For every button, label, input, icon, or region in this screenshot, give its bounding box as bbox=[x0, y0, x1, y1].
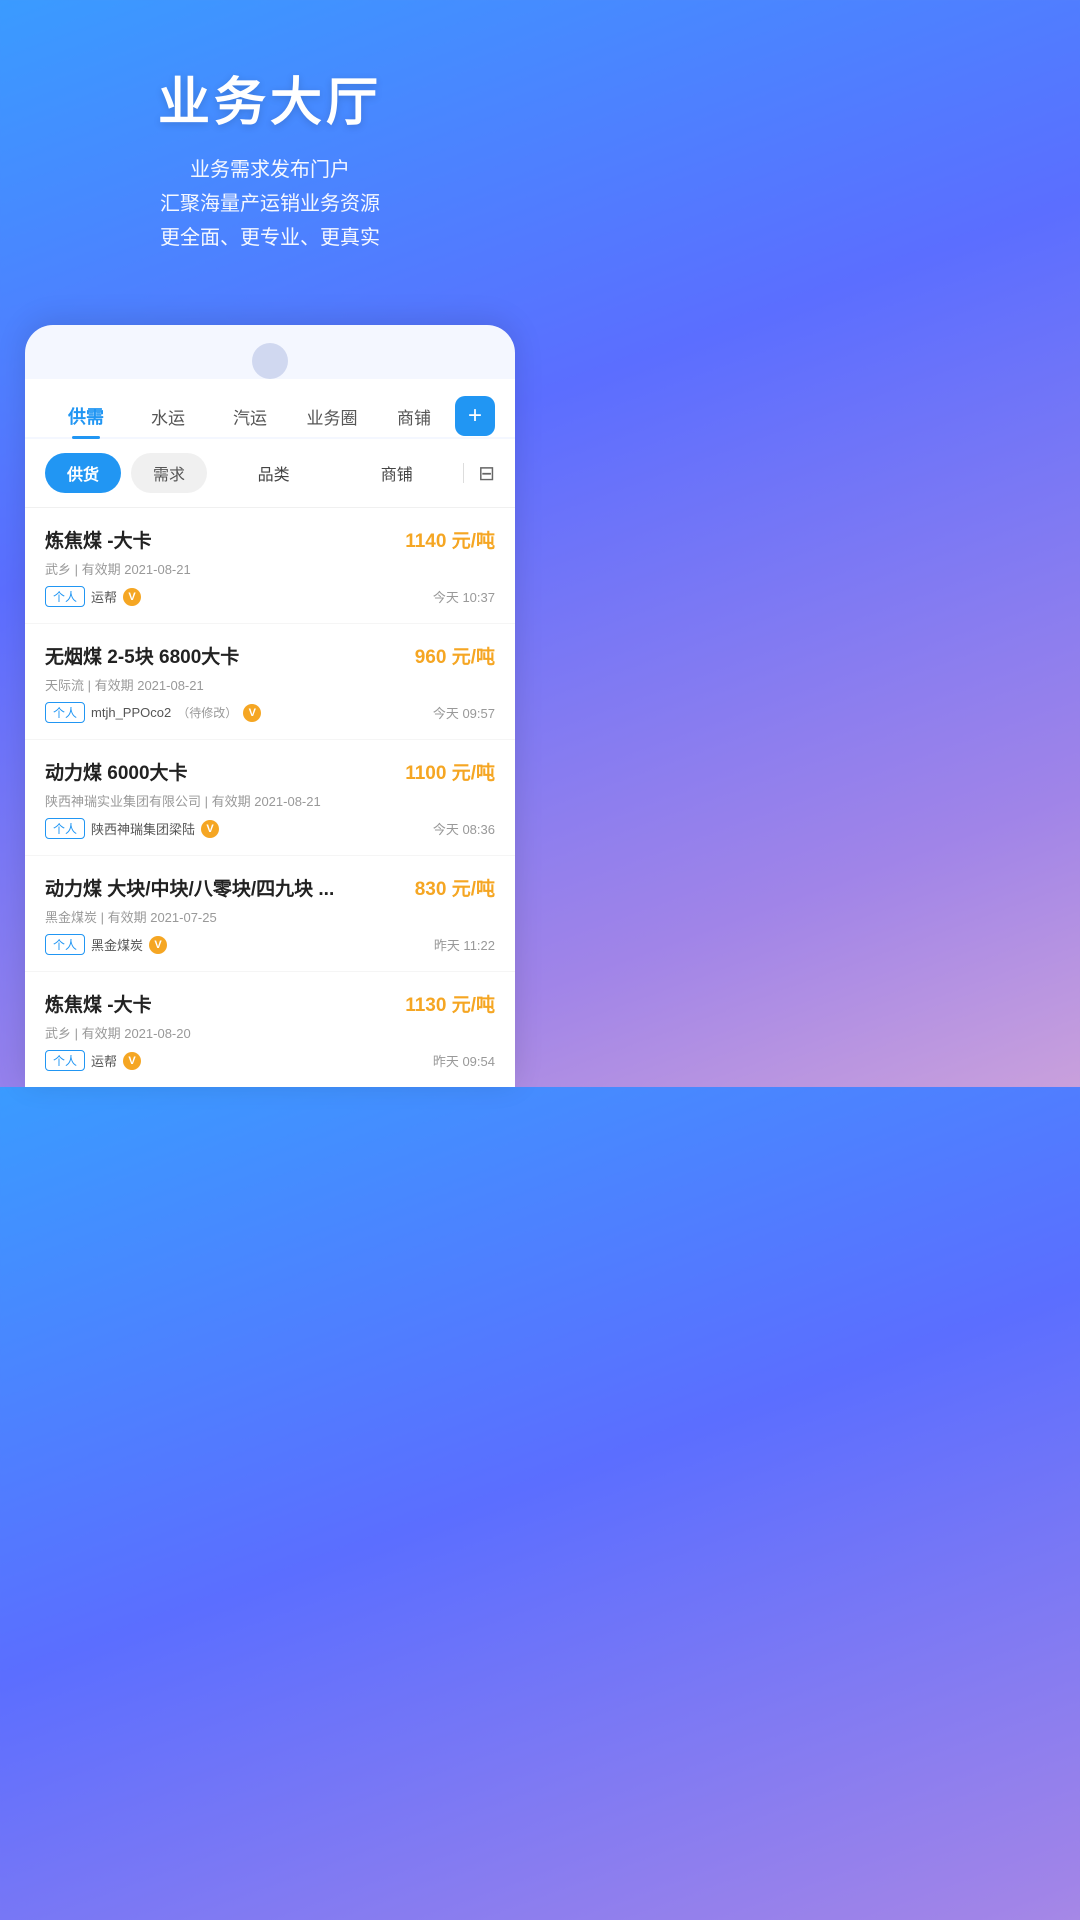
item-price: 1100 元/吨 bbox=[405, 758, 495, 785]
tag-personal: 个人 bbox=[45, 1050, 85, 1071]
tag-personal: 个人 bbox=[45, 702, 85, 723]
supply-filter-btn[interactable]: 供货 bbox=[45, 453, 121, 493]
item-tags: 个人 运帮 V bbox=[45, 586, 141, 607]
item-price: 960 元/吨 bbox=[415, 642, 495, 669]
phone-dot bbox=[252, 343, 288, 379]
item-time: 昨天 09:54 bbox=[433, 1051, 495, 1070]
tag-username: 陕西神瑞集团梁陆 bbox=[91, 819, 195, 838]
list-item[interactable]: 无烟煤 2-5块 6800大卡 960 元/吨 天际流 | 有效期 2021-0… bbox=[25, 624, 515, 740]
list-item[interactable]: 动力煤 6000大卡 1100 元/吨 陕西神瑞实业集团有限公司 | 有效期 2… bbox=[25, 740, 515, 856]
phone-card: 供需 水运 汽运 业务圈 商铺 + 供货 需求 品类 商铺 ⊟ 炼焦煤 -大卡 … bbox=[25, 325, 515, 1087]
item-title: 动力煤 6000大卡 bbox=[45, 758, 188, 785]
tag-personal: 个人 bbox=[45, 934, 85, 955]
tag-personal: 个人 bbox=[45, 586, 85, 607]
filter-icon[interactable]: ⊟ bbox=[478, 461, 495, 486]
tag-username: 运帮 bbox=[91, 1051, 117, 1070]
list-item[interactable]: 炼焦煤 -大卡 1140 元/吨 武乡 | 有效期 2021-08-21 个人 … bbox=[25, 508, 515, 624]
filter-row: 供货 需求 品类 商铺 ⊟ bbox=[25, 439, 515, 508]
item-price: 1140 元/吨 bbox=[405, 526, 495, 553]
item-meta: 武乡 | 有效期 2021-08-20 bbox=[45, 1023, 495, 1042]
subtitle-line1: 业务需求发布门户 bbox=[20, 153, 520, 187]
subtitle-line2: 汇聚海量产运销业务资源 bbox=[20, 187, 520, 221]
item-title: 炼焦煤 -大卡 bbox=[45, 526, 152, 553]
tab-water[interactable]: 水运 bbox=[127, 396, 209, 437]
page-title: 业务大厅 bbox=[20, 60, 520, 135]
tab-supply[interactable]: 供需 bbox=[45, 395, 127, 437]
tag-pending: （待修改） bbox=[177, 704, 237, 721]
tag-personal: 个人 bbox=[45, 818, 85, 839]
page-subtitle: 业务需求发布门户 汇聚海量产运销业务资源 更全面、更专业、更真实 bbox=[20, 153, 520, 255]
store-filter[interactable]: 商铺 bbox=[340, 461, 453, 485]
item-title: 炼焦煤 -大卡 bbox=[45, 990, 152, 1017]
item-meta: 陕西神瑞实业集团有限公司 | 有效期 2021-08-21 bbox=[45, 791, 495, 810]
tag-v-badge: V bbox=[123, 588, 141, 606]
demand-filter-btn[interactable]: 需求 bbox=[131, 453, 207, 493]
tab-shop[interactable]: 商铺 bbox=[373, 396, 455, 437]
item-meta: 天际流 | 有效期 2021-08-21 bbox=[45, 675, 495, 694]
add-button[interactable]: + bbox=[455, 396, 495, 436]
item-tags: 个人 运帮 V bbox=[45, 1050, 141, 1071]
tag-v-badge: V bbox=[123, 1052, 141, 1070]
item-time: 今天 09:57 bbox=[433, 703, 495, 722]
tag-username: 运帮 bbox=[91, 587, 117, 606]
item-tags: 个人 黑金煤炭 V bbox=[45, 934, 167, 955]
item-time: 今天 10:37 bbox=[433, 587, 495, 606]
list-container: 炼焦煤 -大卡 1140 元/吨 武乡 | 有效期 2021-08-21 个人 … bbox=[25, 508, 515, 1087]
list-item[interactable]: 动力煤 大块/中块/八零块/四九块 ... 830 元/吨 黑金煤炭 | 有效期… bbox=[25, 856, 515, 972]
tag-v-badge: V bbox=[201, 820, 219, 838]
item-meta: 黑金煤炭 | 有效期 2021-07-25 bbox=[45, 907, 495, 926]
list-item[interactable]: 炼焦煤 -大卡 1130 元/吨 武乡 | 有效期 2021-08-20 个人 … bbox=[25, 972, 515, 1087]
item-title: 无烟煤 2-5块 6800大卡 bbox=[45, 642, 239, 669]
item-meta: 武乡 | 有效期 2021-08-21 bbox=[45, 559, 495, 578]
item-tags: 个人 mtjh_PPOco2 （待修改） V bbox=[45, 702, 261, 723]
tabs-row: 供需 水运 汽运 业务圈 商铺 + bbox=[25, 379, 515, 437]
tag-username: mtjh_PPOco2 bbox=[91, 705, 171, 720]
tab-circle[interactable]: 业务圈 bbox=[291, 396, 373, 437]
item-time: 今天 08:36 bbox=[433, 819, 495, 838]
category-filter[interactable]: 品类 bbox=[217, 461, 330, 485]
item-title: 动力煤 大块/中块/八零块/四九块 ... bbox=[45, 874, 334, 901]
tab-truck[interactable]: 汽运 bbox=[209, 396, 291, 437]
filter-divider bbox=[463, 463, 464, 483]
item-price: 1130 元/吨 bbox=[405, 990, 495, 1017]
item-tags: 个人 陕西神瑞集团梁陆 V bbox=[45, 818, 219, 839]
tag-v-badge: V bbox=[149, 936, 167, 954]
item-time: 昨天 11:22 bbox=[434, 935, 495, 954]
tag-username: 黑金煤炭 bbox=[91, 935, 143, 954]
tag-v-badge: V bbox=[243, 704, 261, 722]
item-price: 830 元/吨 bbox=[415, 874, 495, 901]
page-header: 业务大厅 业务需求发布门户 汇聚海量产运销业务资源 更全面、更专业、更真实 bbox=[0, 0, 540, 295]
add-icon: + bbox=[468, 404, 482, 428]
subtitle-line3: 更全面、更专业、更真实 bbox=[20, 221, 520, 255]
